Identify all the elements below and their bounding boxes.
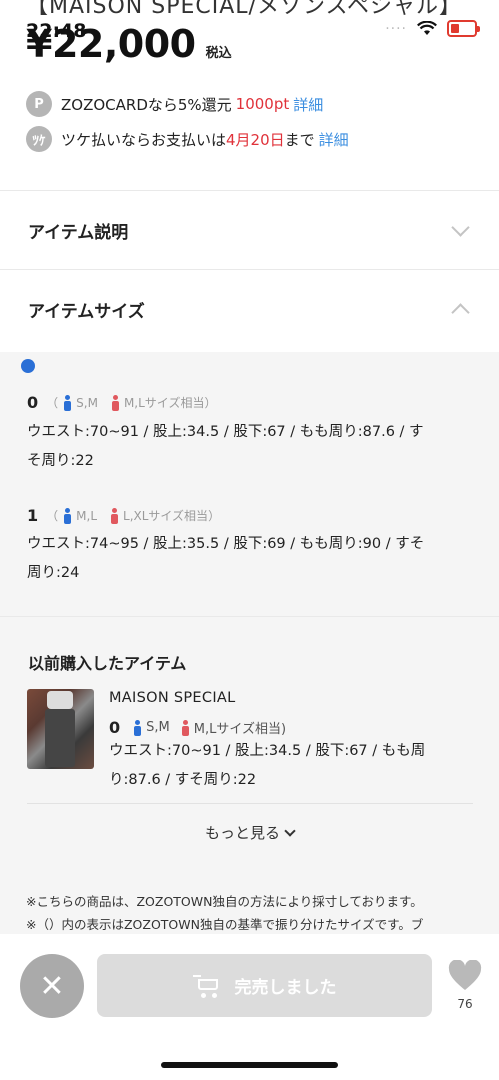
- promo-tsuke: ﾂｹ ツケ払いならお支払いは 4月20日 まで 詳細: [26, 126, 349, 152]
- wifi-icon: [417, 21, 437, 35]
- size-measurements-1: ウエスト:74~95 / 股上:35.5 / 股下:69 / もも周り:90 /…: [27, 530, 477, 588]
- accordion-item-size[interactable]: アイテムサイズ: [0, 270, 499, 348]
- size-line: 周り:24: [27, 565, 80, 581]
- male-size: M,L: [76, 508, 98, 523]
- male-icon: [134, 719, 142, 736]
- promo-text: ZOZOCARDなら5%還元: [61, 95, 232, 114]
- price-value: ¥22,000: [26, 22, 196, 66]
- female-size: L,XLサイズ相当: [123, 509, 209, 523]
- promo-zozocard: P ZOZOCARDなら5%還元 1000pt 詳細: [26, 91, 323, 117]
- battery-icon: [447, 20, 480, 37]
- size-header-0: 0 （ S,M M,Lサイズ相当 ）: [27, 393, 216, 412]
- note-line: ※（）内の表示はZOZOTOWN独自の基準で振り分けたサイズです。ブ: [26, 917, 424, 932]
- promo-highlight: 4月20日: [226, 130, 285, 149]
- promo-detail-link[interactable]: 詳細: [319, 129, 349, 150]
- size-number: 1: [27, 506, 39, 525]
- show-more-button[interactable]: もっと見る: [0, 822, 499, 843]
- close-icon: ✕: [39, 968, 65, 1004]
- previous-measurements: ウエスト:70~91 / 股上:34.5 / 股下:67 / もも周 り:87.…: [109, 737, 449, 795]
- size-line: ウエスト:70~91 / 股上:34.5 / 股下:67 / もも周り:87.6…: [27, 424, 424, 440]
- divider: [27, 803, 473, 804]
- tax-label: 税込: [205, 46, 232, 61]
- paren-open: （: [46, 396, 59, 410]
- point-badge-icon: P: [26, 91, 52, 117]
- paren-close: ）: [208, 509, 221, 523]
- indicator-dot: [21, 359, 35, 373]
- size-line: そ周り:22: [27, 453, 94, 469]
- previous-size-header: 0 S,M M,Lサイズ相当): [109, 718, 286, 737]
- paren-open: （: [46, 509, 59, 523]
- close-button[interactable]: ✕: [20, 954, 84, 1018]
- male-icon: [64, 394, 72, 411]
- product-title-cut: 【MAISON SPECIAL/メゾンスペシャル】: [26, 0, 462, 19]
- female-size: M,Lサイズ相当: [123, 396, 205, 410]
- price-row: ¥22,000 税込: [26, 22, 232, 66]
- size-header-1: 1 （ M,L L,XLサイズ相当 ）: [27, 506, 220, 525]
- female-icon: [111, 507, 119, 524]
- product-thumbnail[interactable]: [27, 689, 94, 769]
- female-icon: [181, 719, 190, 736]
- size-number: 0: [109, 718, 121, 737]
- previous-brand[interactable]: MAISON SPECIAL: [109, 690, 236, 706]
- promo-text-after: まで: [284, 130, 315, 149]
- sold-out-label: 完売しました: [234, 978, 337, 998]
- note-line: ※こちらの商品は、ZOZOTOWN独自の方法により採寸しております。: [26, 894, 423, 909]
- size-line: ウエスト:70~91 / 股上:34.5 / 股下:67 / もも周: [109, 743, 426, 759]
- size-line: ウエスト:74~95 / 股上:35.5 / 股下:69 / もも周り:90 /…: [27, 536, 425, 552]
- chevron-down-icon: [284, 825, 296, 837]
- female-size: M,Lサイズ相当): [193, 722, 287, 737]
- promo-text: ツケ払いならお支払いは: [61, 130, 227, 149]
- female-icon: [111, 394, 120, 411]
- accordion-title: アイテムサイズ: [28, 301, 145, 322]
- status-icons: ····: [385, 20, 480, 37]
- favorite-heart-icon[interactable]: [448, 960, 482, 992]
- size-measurements-0: ウエスト:70~91 / 股上:34.5 / 股下:67 / もも周り:87.6…: [27, 418, 477, 476]
- show-more-label: もっと見る: [204, 824, 280, 842]
- signal-icon: ····: [385, 20, 407, 37]
- chevron-up-icon: [451, 302, 470, 322]
- paren-close: ）: [204, 396, 217, 410]
- chevron-down-icon: [451, 217, 470, 237]
- cart-icon: [192, 974, 221, 998]
- size-line: り:87.6 / すそ周り:22: [109, 772, 257, 788]
- size-number: 0: [27, 393, 39, 412]
- previous-purchase-title: 以前購入したアイテム: [28, 654, 187, 673]
- male-size: S,M: [146, 720, 170, 735]
- accordion-title: アイテム説明: [28, 222, 129, 243]
- promo-highlight: 1000pt: [235, 95, 290, 113]
- sold-out-button[interactable]: 完売しました: [97, 954, 432, 1017]
- promo-detail-link[interactable]: 詳細: [293, 94, 323, 115]
- tsuke-badge-icon: ﾂｹ: [26, 126, 52, 152]
- like-count: 76: [457, 997, 473, 1011]
- divider: [0, 616, 499, 617]
- male-icon: [64, 507, 72, 524]
- home-indicator[interactable]: [161, 1062, 338, 1068]
- male-size: S,M: [76, 395, 98, 410]
- accordion-item-description[interactable]: アイテム説明: [0, 191, 499, 269]
